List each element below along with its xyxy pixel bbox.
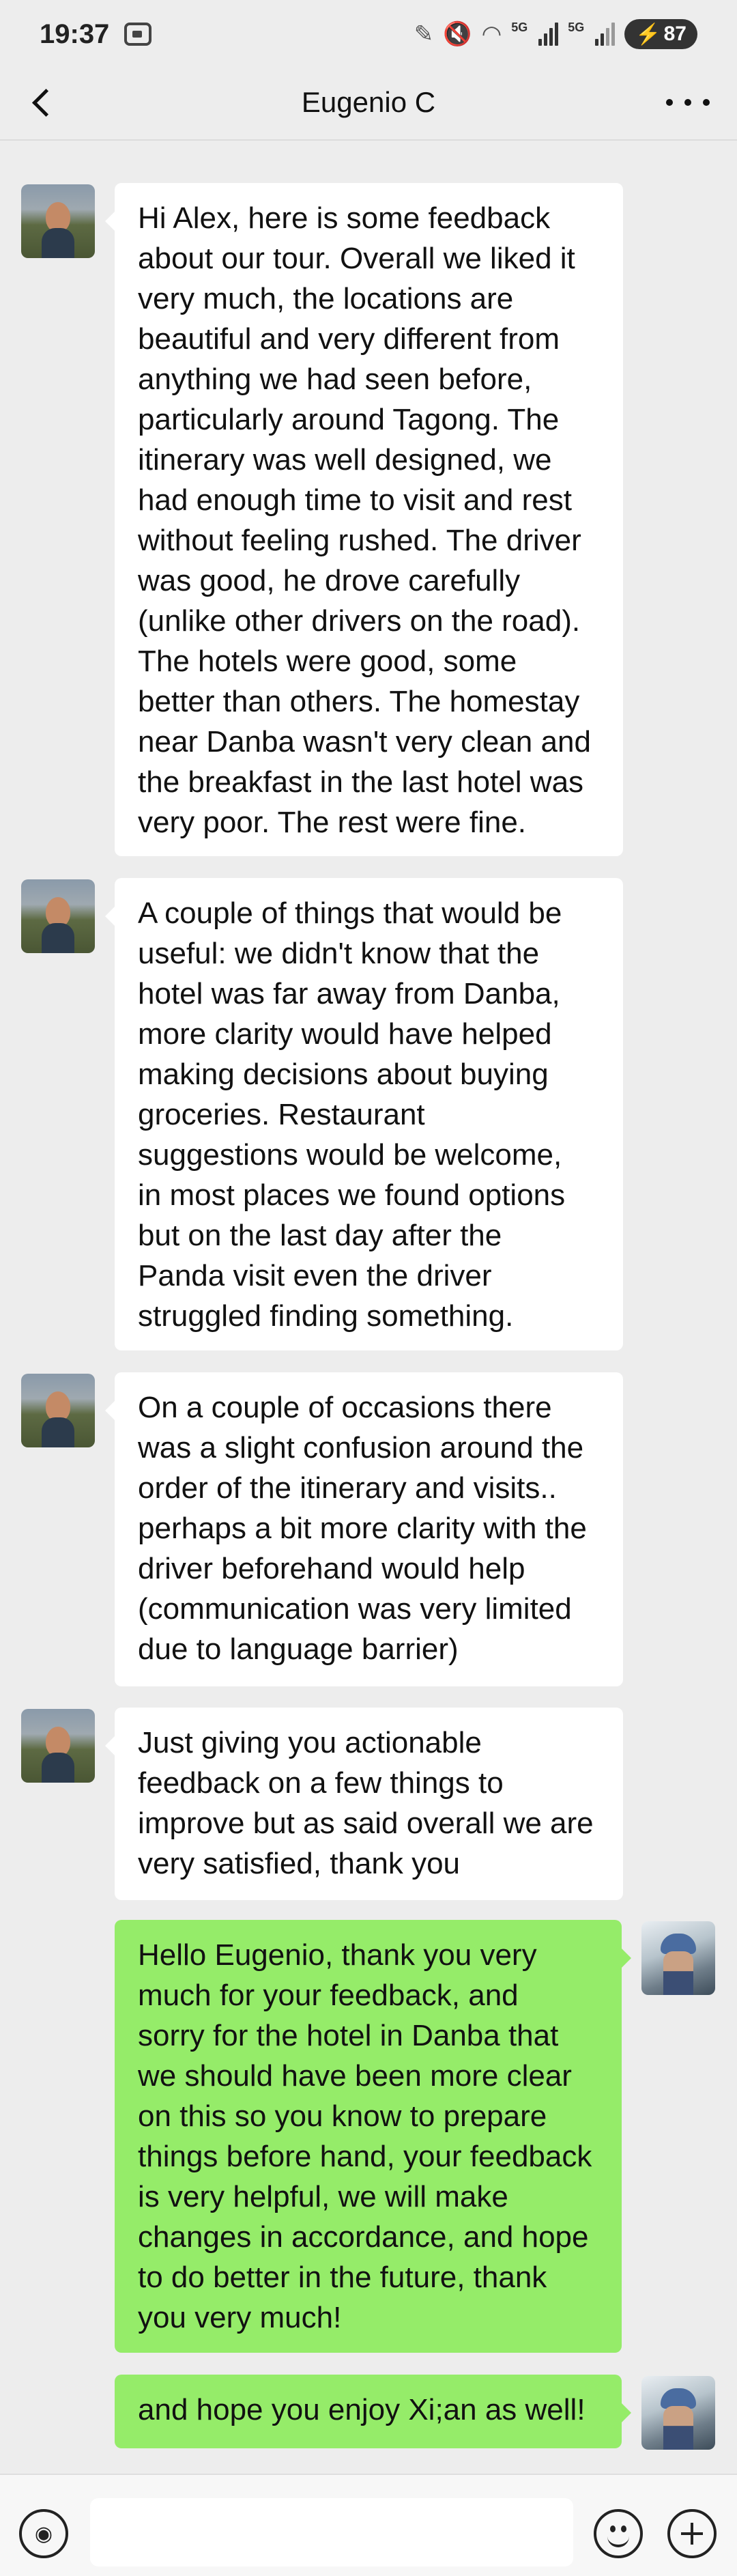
signal-2-label: 5G [568, 20, 585, 34]
avatar[interactable] [641, 2376, 715, 2450]
screen-record-icon [124, 23, 152, 46]
mute-icon: 🔇 [443, 21, 472, 47]
avatar[interactable] [21, 879, 95, 953]
signal-1-label: 5G [511, 20, 528, 34]
message-bubble-incoming[interactable]: Just giving you actionable feedback on a… [105, 1708, 623, 1900]
header-divider [0, 139, 737, 141]
status-left: 19:37 [40, 18, 152, 50]
more-dots-icon[interactable] [666, 85, 710, 119]
wifi-icon: ◠ [481, 21, 502, 47]
message-bubble-outgoing[interactable]: Hello Eugenio, thank you very much for y… [115, 1920, 631, 2353]
status-time: 19:37 [40, 18, 110, 49]
signal-icon [538, 23, 559, 46]
pen-icon: ✎ [414, 21, 434, 47]
battery-level: 87 [663, 23, 687, 45]
chat-title: Eugenio C [301, 86, 436, 118]
signal-icon [595, 23, 616, 46]
plus-icon[interactable] [667, 2509, 717, 2558]
message-input[interactable] [90, 2498, 573, 2566]
message-bubble-outgoing[interactable]: and hope you enjoy Xi;an as well! [115, 2375, 631, 2448]
voice-icon[interactable]: ◉ [19, 2509, 68, 2558]
back-chevron-icon[interactable] [25, 85, 59, 119]
message-bubble-incoming[interactable]: A couple of things that would be useful:… [105, 878, 623, 1350]
avatar[interactable] [641, 1921, 715, 1995]
avatar[interactable] [21, 184, 95, 258]
message-bubble-incoming[interactable]: Hi Alex, here is some feedback about our… [105, 183, 623, 856]
emoji-icon[interactable] [594, 2509, 643, 2558]
battery-indicator: ⚡ 87 [624, 19, 697, 49]
chat-input-bar: ◉ [0, 2474, 737, 2576]
status-bar: 19:37 ✎ 🔇 ◠ 5G 5G ⚡ 87 [0, 0, 737, 68]
avatar[interactable] [21, 1709, 95, 1783]
chat-header: Eugenio C [0, 68, 737, 137]
message-bubble-incoming[interactable]: On a couple of occasions there was a sli… [105, 1372, 623, 1686]
status-right: ✎ 🔇 ◠ 5G 5G ⚡ 87 [414, 19, 697, 49]
charging-icon: ⚡ [635, 23, 661, 46]
avatar[interactable] [21, 1374, 95, 1447]
